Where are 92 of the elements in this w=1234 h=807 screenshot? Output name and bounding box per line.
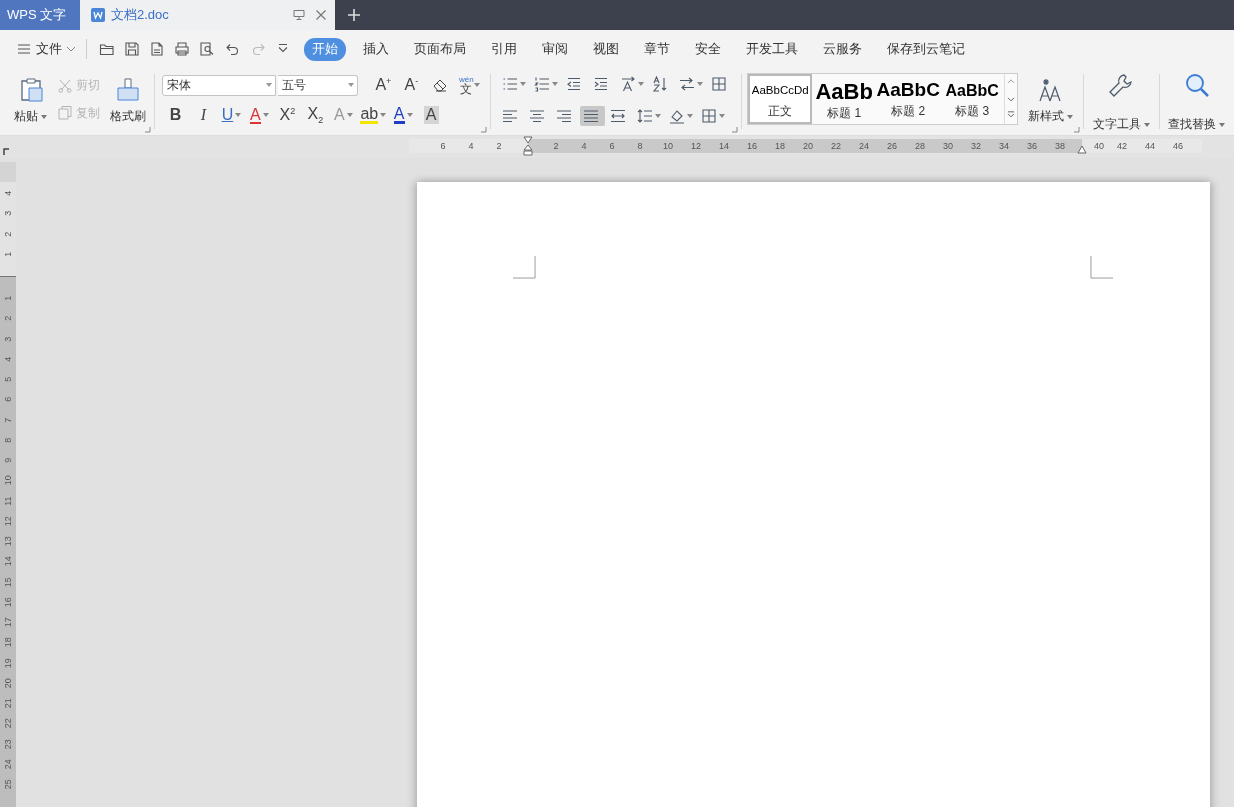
ruler-number: 8 <box>2 436 14 445</box>
ruler-number: 15 <box>2 575 14 589</box>
ruler-number: 1 <box>2 294 14 303</box>
ruler-number: 30 <box>942 140 954 153</box>
ruler-number: 12 <box>690 140 702 153</box>
ruler-number: 32 <box>970 140 982 153</box>
ruler-number: 18 <box>774 140 786 153</box>
ruler-number: 22 <box>2 717 14 731</box>
font-name-dropdown[interactable]: 宋体 <box>162 74 277 96</box>
ruler-number: 14 <box>2 555 14 569</box>
text-tools-button[interactable]: 文字工具 <box>1083 68 1159 135</box>
ruler-number: 20 <box>2 676 14 690</box>
ribbon-tab[interactable]: 页面布局 <box>405 37 474 61</box>
ruler-number: 3 <box>2 209 14 218</box>
ruler-number: 26 <box>886 140 898 153</box>
ruler-number: 4 <box>2 189 14 198</box>
style-item[interactable]: AaBb 标题 1 <box>812 74 877 124</box>
ribbon-tab[interactable]: 章节 <box>635 37 678 61</box>
ruler-number: 5 <box>2 375 14 384</box>
ruler-number: 7 <box>2 416 14 425</box>
ruler-number: 11 <box>2 494 14 508</box>
ruler-number: 23 <box>2 737 14 751</box>
ruler-number: 14 <box>718 140 730 153</box>
ruler-number: 10 <box>2 474 14 488</box>
ruler-number: 4 <box>467 140 475 153</box>
style-item[interactable]: AaBbC 标题 2 <box>876 74 941 124</box>
ruler-number: 22 <box>830 140 842 153</box>
ruler-number: 25 <box>2 778 14 792</box>
ribbon-tab[interactable]: 视图 <box>584 37 627 61</box>
ruler-number: 18 <box>2 636 14 650</box>
ruler-number: 4 <box>2 355 14 364</box>
document-tab[interactable]: 文档2.doc <box>80 0 335 30</box>
shrink-font-button[interactable]: A$^{-}$ <box>398 74 425 96</box>
ribbon-tab[interactable]: 保存到云笔记 <box>878 37 973 61</box>
ruler-number: 3 <box>2 335 14 344</box>
ruler-number: 17 <box>2 616 14 630</box>
ruler-number: 34 <box>998 140 1010 153</box>
grow-font-button[interactable]: A$^{+}$ <box>370 74 397 96</box>
ruler-number: 13 <box>2 535 14 549</box>
ruler-number: 20 <box>802 140 814 153</box>
underline-button[interactable]: U <box>218 104 245 126</box>
subscript-button[interactable]: X$_{2}$ <box>302 104 329 126</box>
format-painter-button[interactable]: 格式刷 <box>106 72 150 127</box>
strikethrough-button[interactable]: A <box>246 104 273 126</box>
ruler-number: 44 <box>1144 140 1156 153</box>
ruler-number: 2 <box>495 140 503 153</box>
superscript-button[interactable]: X$^{2}$ <box>274 104 301 126</box>
ruler-number: 4 <box>580 140 588 153</box>
pinyin-guide-button[interactable]: wén 文 <box>456 74 483 96</box>
ruler-number: 2 <box>2 314 14 323</box>
find-replace-button[interactable]: 查找替换 <box>1159 68 1234 135</box>
italic-button[interactable]: I <box>190 104 217 126</box>
ruler-number: 6 <box>2 395 14 404</box>
ruler-number: 38 <box>1054 140 1066 153</box>
paste-button[interactable]: 粘贴 <box>10 72 51 127</box>
ruler-number: 16 <box>2 595 14 609</box>
ruler-number: 28 <box>914 140 926 153</box>
ruler-number: 10 <box>662 140 674 153</box>
app-menu-button[interactable]: WPS 文字 <box>0 0 80 30</box>
highlight-button[interactable]: ab <box>358 104 389 126</box>
ruler-number: 24 <box>858 140 870 153</box>
ruler-number: 21 <box>2 697 14 711</box>
ribbon-tab[interactable]: 引用 <box>482 37 525 61</box>
ruler-number: 36 <box>1026 140 1038 153</box>
ruler-number: 19 <box>2 656 14 670</box>
ribbon-tab[interactable]: 插入 <box>354 37 397 61</box>
bold-button[interactable]: B <box>162 104 189 126</box>
ruler-number: 42 <box>1116 140 1128 153</box>
ribbon-tab[interactable]: 云服务 <box>814 37 870 61</box>
style-item[interactable]: AaBbC 标题 3 <box>940 74 1005 124</box>
ruler-number: 2 <box>2 230 14 239</box>
font-size-dropdown[interactable]: 五号 <box>278 74 359 96</box>
document-title: 文档2.doc <box>111 6 170 24</box>
ruler-number: 9 <box>2 456 14 465</box>
ruler-number: 2 <box>552 140 560 153</box>
new-style-button[interactable]: 新样式 <box>1024 73 1078 127</box>
font-color-button[interactable]: A <box>390 104 417 126</box>
ruler-number: 1 <box>2 250 14 259</box>
file-menu-button[interactable]: 文件 <box>14 38 78 60</box>
ruler-number: 8 <box>636 140 644 153</box>
style-item[interactable]: AaBbCcDd 正文 <box>748 74 813 124</box>
ruler-number: 6 <box>608 140 616 153</box>
ruler-number: 46 <box>1172 140 1184 153</box>
character-shading-button[interactable]: A <box>418 104 445 126</box>
ribbon-tab[interactable]: 开发工具 <box>737 37 806 61</box>
ribbon-tab[interactable]: 审阅 <box>533 37 576 61</box>
ribbon-tab[interactable]: 安全 <box>686 37 729 61</box>
ruler-number: 16 <box>746 140 758 153</box>
ruler-number: 6 <box>439 140 447 153</box>
ruler-number: 12 <box>2 514 14 528</box>
ruler-number: 24 <box>2 757 14 771</box>
ruler-number: 40 <box>1093 140 1105 153</box>
